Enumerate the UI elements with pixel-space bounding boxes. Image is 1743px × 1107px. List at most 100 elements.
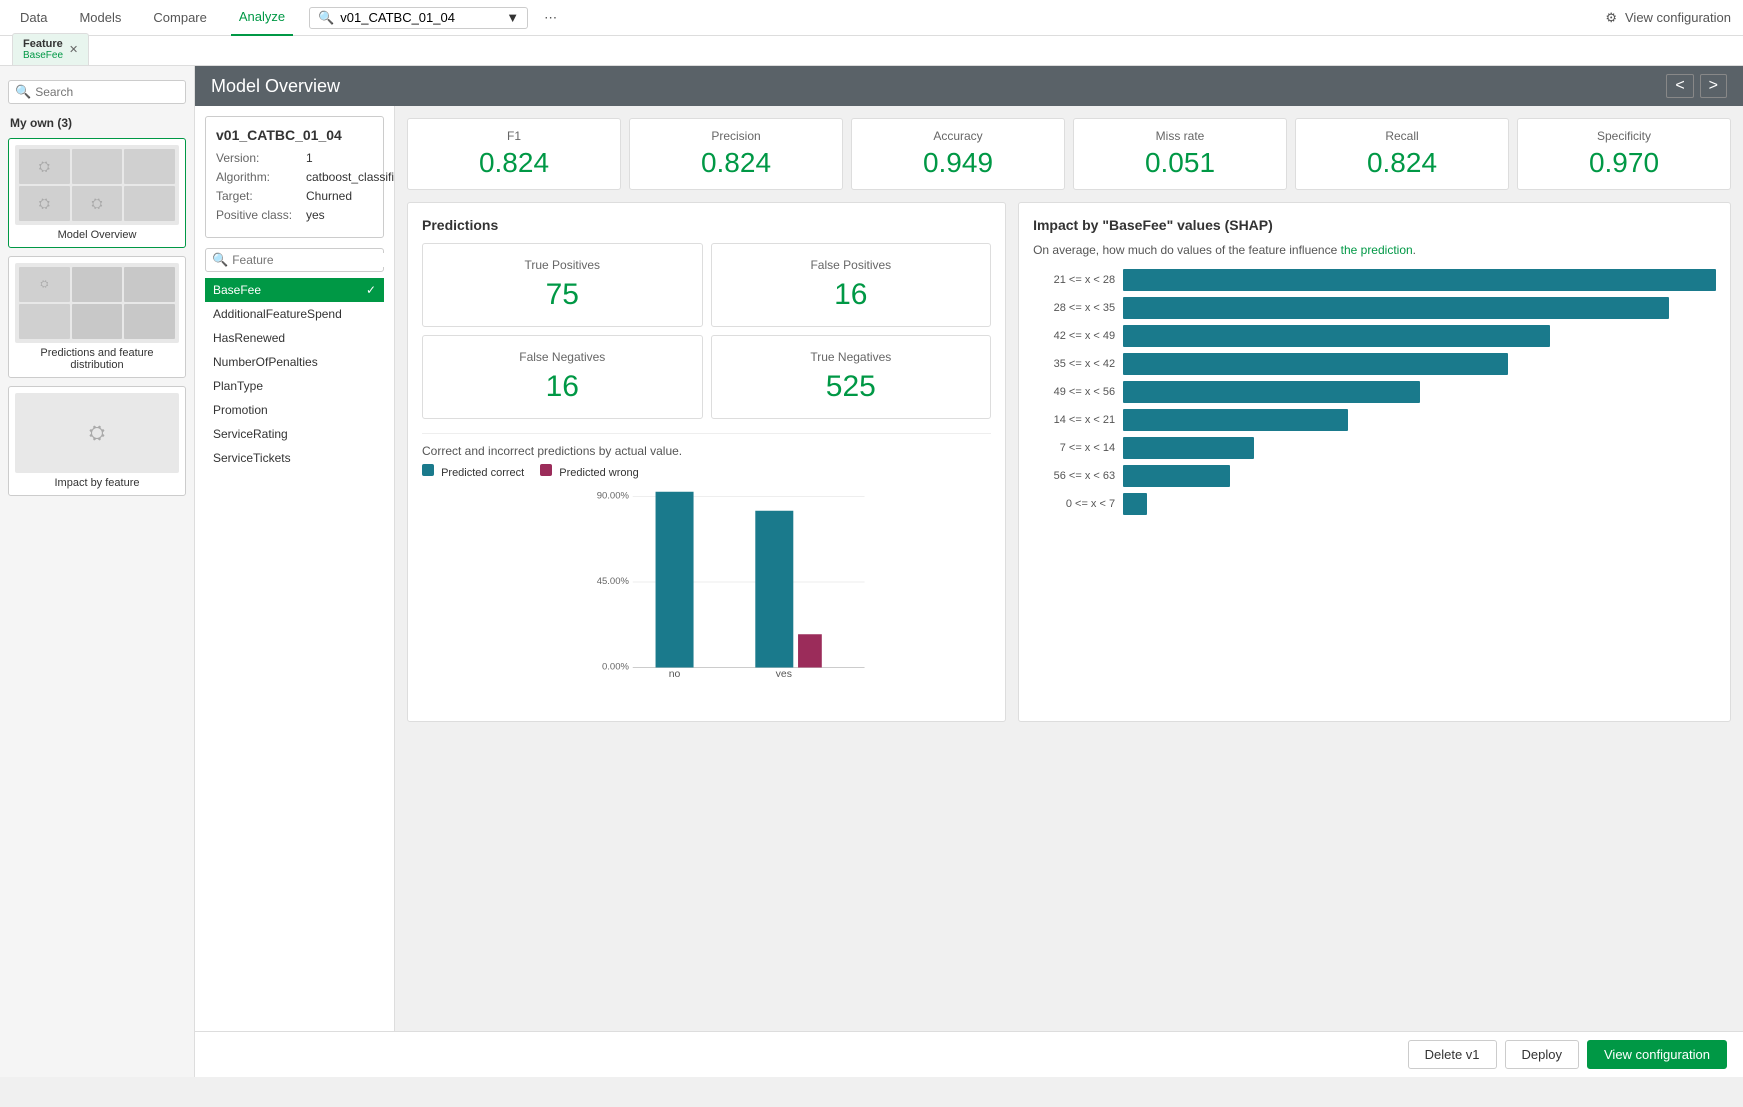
shap-label-6: 7 <= x < 14 bbox=[1033, 442, 1123, 454]
feature-search-input[interactable] bbox=[232, 253, 387, 267]
chevron-down-icon: ▼ bbox=[506, 10, 519, 25]
view-config-button[interactable]: View configuration bbox=[1587, 1040, 1727, 1069]
model-row-positive-class: Positive class: yes bbox=[216, 208, 373, 222]
shap-bar-container-4 bbox=[1123, 381, 1716, 403]
content-area: Model Overview < > v01_CATBC_01_04 Versi… bbox=[195, 66, 1743, 1077]
shap-label-2: 42 <= x < 49 bbox=[1033, 330, 1123, 342]
shap-panel: Impact by "BaseFee" values (SHAP) On ave… bbox=[1018, 202, 1731, 722]
bar-yes-wrong bbox=[798, 634, 822, 667]
shap-row-8: 0 <= x < 7 bbox=[1033, 493, 1716, 515]
shap-row-1: 28 <= x < 35 bbox=[1033, 297, 1716, 319]
sheet-name-predictions: Predictions and feature distribution bbox=[15, 347, 179, 371]
shap-bar-container-2 bbox=[1123, 325, 1716, 347]
metric-label-precision: Precision bbox=[642, 129, 830, 143]
shap-row-6: 7 <= x < 14 bbox=[1033, 437, 1716, 459]
shap-row-4: 49 <= x < 56 bbox=[1033, 381, 1716, 403]
more-options-icon[interactable]: ⋯ bbox=[544, 10, 557, 26]
sidebar-search-icon: 🔍 bbox=[15, 84, 31, 100]
shap-bar-container-5 bbox=[1123, 409, 1716, 431]
feature-search[interactable]: 🔍 bbox=[205, 248, 384, 272]
feature-item-servicerating[interactable]: ServiceRating bbox=[205, 422, 384, 446]
tab-close-icon[interactable]: ✕ bbox=[69, 43, 78, 56]
legend-correct: Predicted correct bbox=[422, 464, 524, 479]
shap-row-2: 42 <= x < 49 bbox=[1033, 325, 1716, 347]
shap-panel-title: Impact by "BaseFee" values (SHAP) bbox=[1033, 217, 1716, 233]
model-row-value-algorithm: catboost_classifier bbox=[306, 170, 395, 184]
tab-label: Feature bbox=[23, 38, 63, 50]
model-row-value-target: Churned bbox=[306, 189, 352, 203]
shap-bar-4 bbox=[1123, 381, 1419, 403]
sidebar-search[interactable]: 🔍 bbox=[8, 80, 186, 104]
view-configuration-btn[interactable]: ⚙ View configuration bbox=[1605, 10, 1731, 26]
feature-item-additional[interactable]: AdditionalFeatureSpend bbox=[205, 302, 384, 326]
inner-layout: v01_CATBC_01_04 Version: 1 Algorithm: ca… bbox=[195, 106, 1743, 1031]
feature-item-servicetickets[interactable]: ServiceTickets bbox=[205, 446, 384, 470]
metric-value-specificity: 0.970 bbox=[1530, 147, 1718, 179]
shap-bar-container-3 bbox=[1123, 353, 1716, 375]
legend-dot-wrong bbox=[540, 464, 552, 476]
page-header: Model Overview < > bbox=[195, 66, 1743, 106]
sheet-card-impact[interactable]: ⛭ Impact by feature bbox=[8, 386, 186, 496]
metric-value-accuracy: 0.949 bbox=[864, 147, 1052, 179]
metric-card-miss-rate: Miss rate 0.051 bbox=[1073, 118, 1287, 190]
legend-wrong: Predicted wrong bbox=[540, 464, 639, 479]
sidebar: 🔍 My own (3) ⛭ ⛭ ⛭ Model Overview bbox=[0, 66, 195, 1077]
feature-search-icon: 🔍 bbox=[212, 252, 228, 268]
page-prev-btn[interactable]: < bbox=[1666, 74, 1693, 98]
bar-yes-correct bbox=[755, 511, 793, 668]
shap-bar-container-8 bbox=[1123, 493, 1716, 515]
feature-item-basefee[interactable]: BaseFee ✓ bbox=[205, 278, 384, 302]
deploy-button[interactable]: Deploy bbox=[1505, 1040, 1579, 1069]
shap-bar-7 bbox=[1123, 465, 1230, 487]
check-icon: ✓ bbox=[366, 283, 376, 297]
cm-value-fn: 16 bbox=[433, 370, 692, 404]
sheet-card-model-overview[interactable]: ⛭ ⛭ ⛭ Model Overview bbox=[8, 138, 186, 248]
shap-bar-8 bbox=[1123, 493, 1147, 515]
svg-text:no: no bbox=[669, 669, 681, 677]
shap-label-8: 0 <= x < 7 bbox=[1033, 498, 1123, 510]
shap-bar-6 bbox=[1123, 437, 1253, 459]
model-row-label-version: Version: bbox=[216, 151, 306, 165]
shap-bar-container-1 bbox=[1123, 297, 1716, 319]
sidebar-search-input[interactable] bbox=[35, 85, 179, 99]
bar-chart-section: Correct and incorrect predictions by act… bbox=[422, 433, 991, 707]
model-card: v01_CATBC_01_04 Version: 1 Algorithm: ca… bbox=[205, 116, 384, 238]
cm-value-tp: 75 bbox=[433, 278, 692, 312]
metric-label-f1: F1 bbox=[420, 129, 608, 143]
main-panel: F1 0.824 Precision 0.824 Accuracy 0.949 … bbox=[395, 106, 1743, 1031]
feature-item-plantype[interactable]: PlanType bbox=[205, 374, 384, 398]
feature-item-penalties[interactable]: NumberOfPenalties bbox=[205, 350, 384, 374]
sidebar-section-label: My own (3) bbox=[0, 110, 194, 134]
sub-nav: Feature BaseFee ✕ bbox=[0, 36, 1743, 66]
feature-item-hasrenewed[interactable]: HasRenewed bbox=[205, 326, 384, 350]
metric-label-specificity: Specificity bbox=[1530, 129, 1718, 143]
bar-chart-wrapper: 90.00% 45.00% 0.00% bbox=[422, 487, 991, 707]
model-search-input[interactable] bbox=[340, 10, 500, 25]
shap-row-3: 35 <= x < 42 bbox=[1033, 353, 1716, 375]
search-icon: 🔍 bbox=[318, 10, 334, 26]
shap-row-0: 21 <= x < 28 bbox=[1033, 269, 1716, 291]
predictions-panel-title: Predictions bbox=[422, 217, 991, 233]
delete-button[interactable]: Delete v1 bbox=[1408, 1040, 1497, 1069]
shap-bar-container-7 bbox=[1123, 465, 1716, 487]
model-name: v01_CATBC_01_04 bbox=[216, 127, 373, 143]
top-nav: Data Models Compare Analyze 🔍 ▼ ⋯ ⚙ View… bbox=[0, 0, 1743, 36]
nav-item-data[interactable]: Data bbox=[12, 0, 55, 36]
nav-item-analyze[interactable]: Analyze bbox=[231, 0, 293, 36]
page-next-btn[interactable]: > bbox=[1700, 74, 1727, 98]
cm-true-negatives: True Negatives 525 bbox=[711, 335, 992, 419]
feature-list: BaseFee ✓ AdditionalFeatureSpend HasRene… bbox=[205, 278, 384, 470]
correct-predictions-label: Correct and incorrect predictions by act… bbox=[422, 444, 991, 458]
shap-label-1: 28 <= x < 35 bbox=[1033, 302, 1123, 314]
feature-item-promotion[interactable]: Promotion bbox=[205, 398, 384, 422]
left-panel: v01_CATBC_01_04 Version: 1 Algorithm: ca… bbox=[195, 106, 395, 1031]
model-search-bar[interactable]: 🔍 ▼ bbox=[309, 7, 528, 29]
nav-item-compare[interactable]: Compare bbox=[145, 0, 214, 36]
model-row-label-algorithm: Algorithm: bbox=[216, 170, 306, 184]
feature-tab[interactable]: Feature BaseFee ✕ bbox=[12, 33, 89, 65]
nav-item-models[interactable]: Models bbox=[71, 0, 129, 36]
bottom-bar: Delete v1 Deploy View configuration bbox=[195, 1031, 1743, 1077]
sheet-card-predictions[interactable]: ⛭ Predictions and feature distribution bbox=[8, 256, 186, 378]
cm-false-positives: False Positives 16 bbox=[711, 243, 992, 327]
bar-no-correct bbox=[656, 492, 694, 668]
